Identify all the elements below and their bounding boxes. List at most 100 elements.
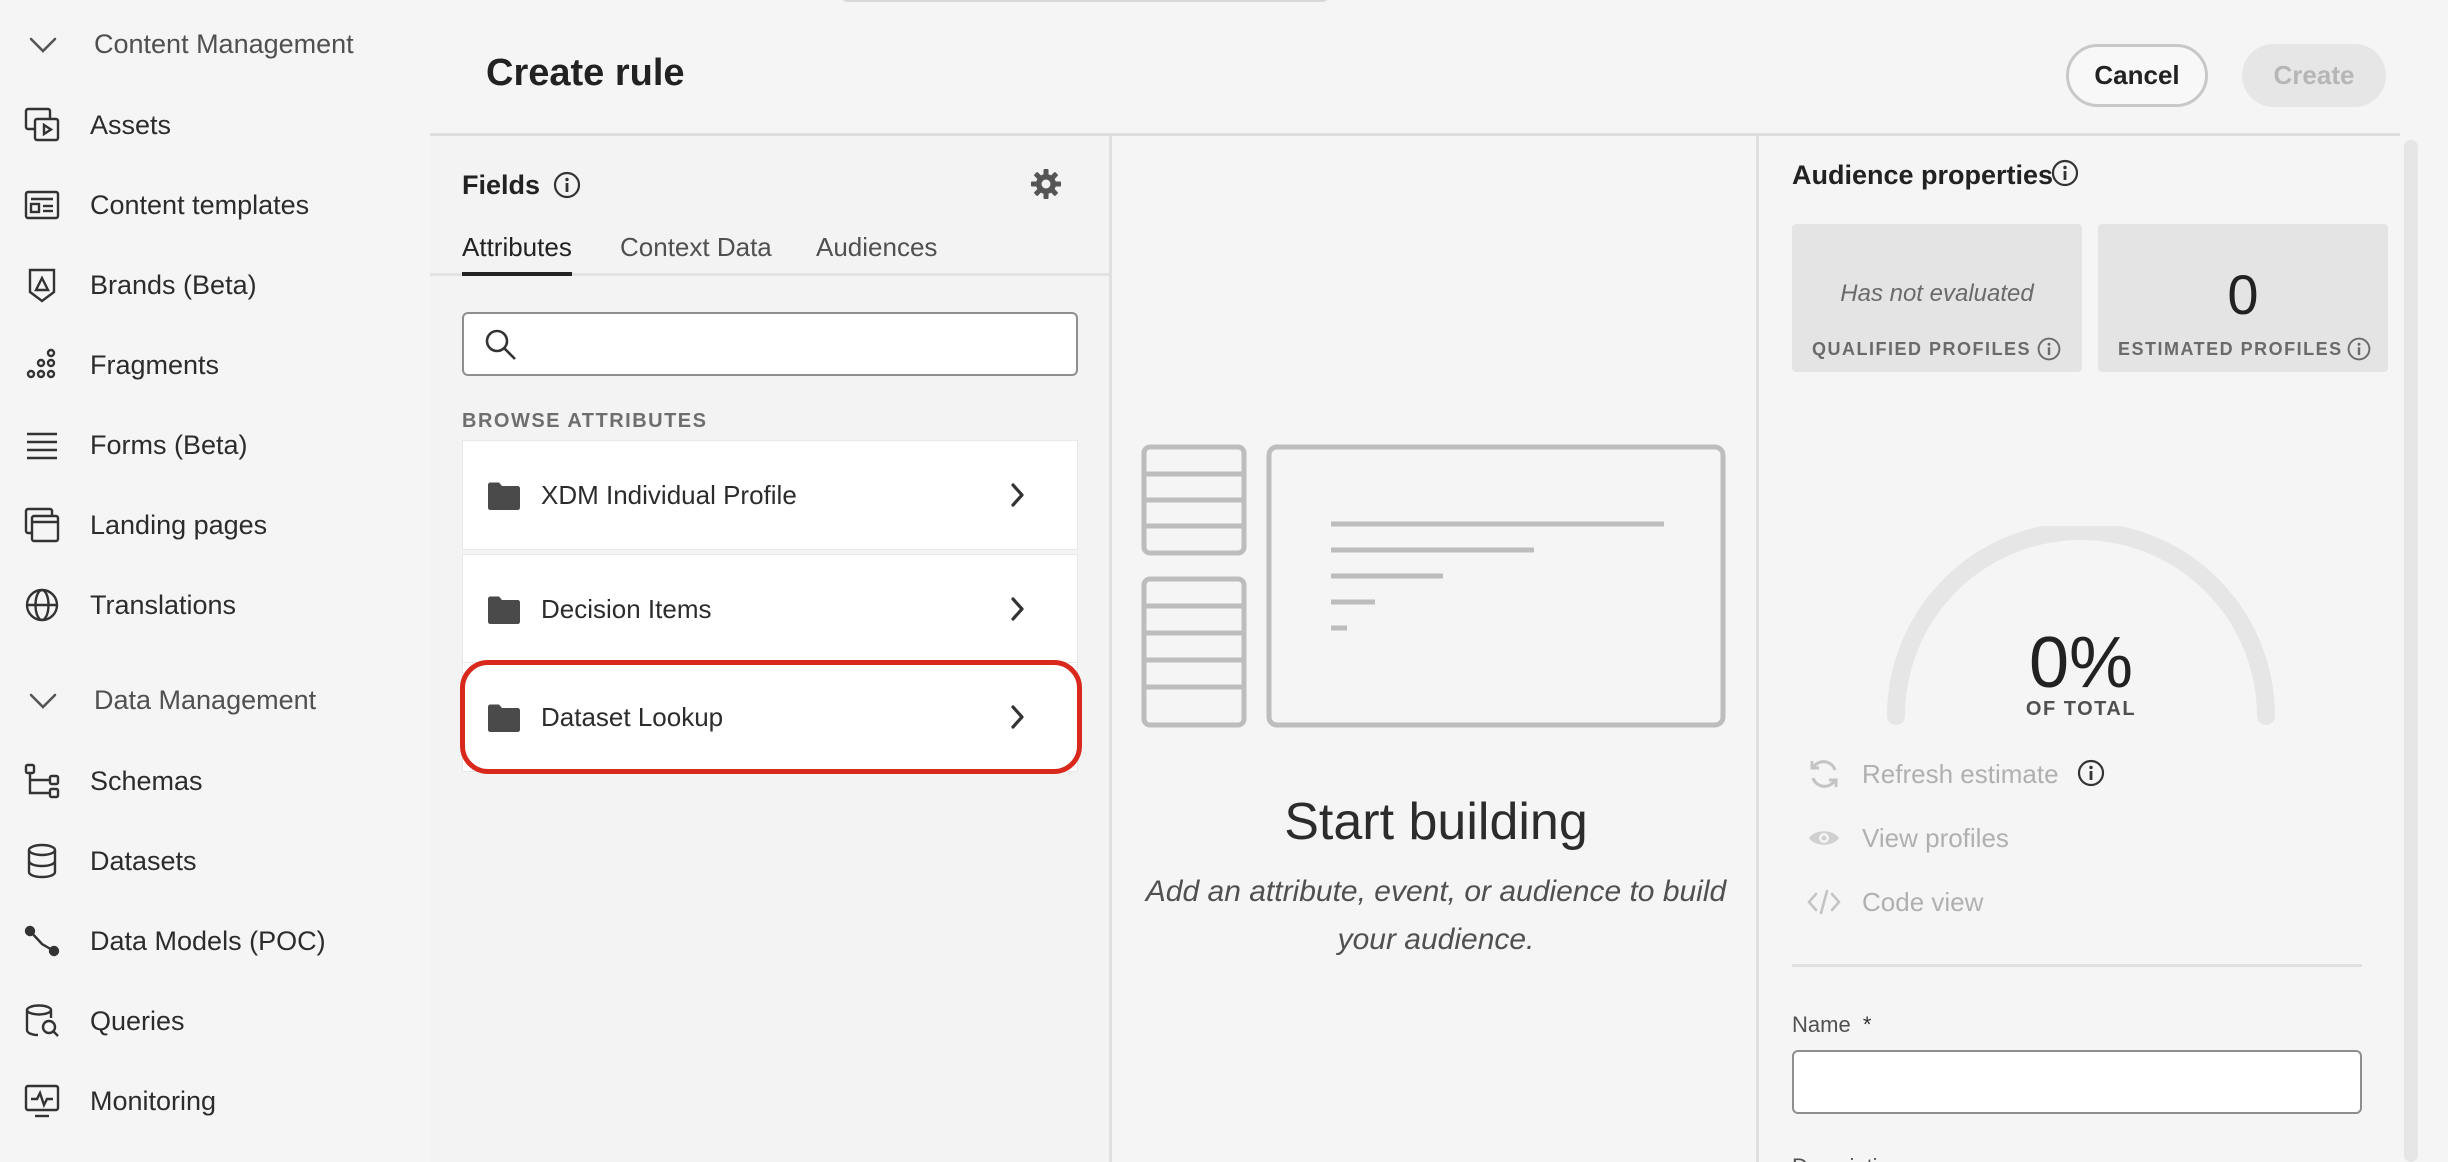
- nav-item-translations[interactable]: Translations: [0, 570, 430, 640]
- chevron-right-icon: [1009, 595, 1027, 628]
- nav-item-label: Landing pages: [90, 509, 268, 540]
- nav-item-datasets[interactable]: Datasets: [0, 826, 430, 896]
- left-navigation: Content Management Assets Content templa…: [0, 0, 430, 1162]
- gear-icon[interactable]: [1028, 166, 1064, 207]
- folder-xdm-individual-profile[interactable]: XDM Individual Profile: [462, 440, 1078, 550]
- data-models-icon: [22, 921, 62, 961]
- nav-section-label: Data Management: [94, 684, 317, 715]
- attribute-search: [462, 312, 1078, 376]
- fields-panel: Fields Attributes Context Data Audiences…: [430, 136, 1112, 1162]
- database-icon: [22, 841, 62, 881]
- brands-icon: [22, 265, 62, 305]
- refresh-estimate-action[interactable]: Refresh estimate: [1806, 754, 2059, 794]
- info-icon[interactable]: [2036, 336, 2062, 367]
- monitoring-icon: [22, 1081, 62, 1121]
- refresh-icon: [1806, 756, 1842, 792]
- section-divider: [1792, 964, 2362, 967]
- tab-audiences[interactable]: Audiences: [816, 232, 937, 276]
- nav-item-fragments[interactable]: Fragments: [0, 330, 430, 400]
- panel-scrollbar[interactable]: [2400, 136, 2448, 1162]
- nav-item-content-templates[interactable]: Content templates: [0, 170, 430, 240]
- nav-item-data-models[interactable]: Data Models (POC): [0, 906, 430, 976]
- eye-icon: [1806, 820, 1842, 856]
- nav-item-label: Brands (Beta): [90, 269, 257, 300]
- info-icon[interactable]: [2076, 758, 2106, 793]
- nav-item-brands[interactable]: Brands (Beta): [0, 250, 430, 320]
- chevron-down-icon: [28, 36, 58, 59]
- nav-item-queries[interactable]: Queries: [0, 986, 430, 1056]
- nav-item-label: Forms (Beta): [90, 429, 248, 460]
- tab-context-data[interactable]: Context Data: [620, 232, 772, 276]
- nav-item-label: Monitoring: [90, 1085, 217, 1116]
- chevron-right-icon: [1009, 703, 1027, 736]
- action-label: Refresh estimate: [1862, 758, 2059, 789]
- nav-item-label: Translations: [90, 589, 237, 620]
- create-button[interactable]: Create: [2242, 44, 2386, 107]
- name-input[interactable]: [1792, 1050, 2362, 1114]
- nav-item-label: Fragments: [90, 349, 220, 380]
- folder-icon: [487, 481, 521, 516]
- forms-icon: [22, 425, 62, 465]
- page-title: Create rule: [486, 52, 685, 94]
- scrollbar-track[interactable]: [2404, 140, 2418, 1162]
- chevron-right-icon: [1009, 481, 1027, 514]
- view-profiles-action[interactable]: View profiles: [1806, 818, 2009, 858]
- audience-properties-title: Audience properties: [1792, 160, 2054, 190]
- folder-label: XDM Individual Profile: [541, 479, 797, 510]
- folder-dataset-lookup[interactable]: Dataset Lookup: [462, 662, 1078, 772]
- empty-state-illustration: [1141, 444, 1726, 728]
- content-templates-icon: [22, 185, 62, 225]
- nav-item-label: Assets: [90, 109, 172, 140]
- estimated-profiles-caption: ESTIMATED PROFILES: [2118, 339, 2343, 359]
- nav-section-data-management[interactable]: Data Management: [0, 670, 430, 730]
- tab-attributes[interactable]: Attributes: [462, 232, 572, 276]
- search-input[interactable]: [530, 324, 1060, 366]
- folder-label: Dataset Lookup: [541, 701, 724, 732]
- action-label: Code view: [1862, 886, 1984, 917]
- landing-pages-icon: [22, 505, 62, 545]
- description-field-label: Description: [1792, 1154, 1902, 1162]
- estimated-profiles-value: 0: [2227, 263, 2259, 326]
- folder-icon: [487, 595, 521, 630]
- nav-item-monitoring[interactable]: Monitoring: [0, 1066, 430, 1136]
- nav-item-landing-pages[interactable]: Landing pages: [0, 490, 430, 560]
- empty-state-title: Start building: [1284, 793, 1588, 851]
- nav-section-label: Content Management: [94, 28, 354, 59]
- info-icon[interactable]: [2050, 158, 2080, 193]
- browse-attributes-label: BROWSE ATTRIBUTES: [462, 410, 708, 432]
- nav-item-label: Queries: [90, 1005, 185, 1036]
- gauge-percent: 0%: [2028, 623, 2134, 703]
- name-field-label: Name *: [1792, 1012, 1871, 1038]
- audience-properties-panel: Audience properties Has not evaluated QU…: [1762, 136, 2400, 1162]
- cancel-button[interactable]: Cancel: [2066, 44, 2208, 107]
- globe-icon: [22, 585, 62, 625]
- nav-item-schemas[interactable]: Schemas: [0, 746, 430, 816]
- gauge-caption: OF TOTAL: [2025, 698, 2137, 720]
- chevron-down-icon: [28, 692, 58, 715]
- code-icon: [1806, 884, 1842, 920]
- info-icon[interactable]: [2346, 336, 2372, 367]
- folder-label: Decision Items: [541, 593, 712, 624]
- folder-decision-items[interactable]: Decision Items: [462, 554, 1078, 664]
- folder-icon: [487, 703, 521, 738]
- search-icon: [484, 328, 518, 367]
- nav-item-forms[interactable]: Forms (Beta): [0, 410, 430, 480]
- assets-icon: [22, 105, 62, 145]
- qualified-profiles-caption: QUALIFIED PROFILES: [1812, 339, 2032, 359]
- rule-canvas: Start building Add an attribute, event, …: [1113, 136, 1759, 1162]
- page-header: Create rule Cancel Create: [430, 0, 2448, 134]
- nav-item-label: Schemas: [90, 765, 203, 796]
- empty-state-subtitle: Add an attribute, event, or audience to …: [1145, 875, 1727, 956]
- qualified-profiles-value: Has not evaluated: [1840, 280, 2034, 307]
- code-view-action[interactable]: Code view: [1806, 882, 1983, 922]
- nav-item-assets[interactable]: Assets: [0, 90, 430, 160]
- fields-title: Fields: [462, 170, 541, 200]
- nav-item-label: Data Models (POC): [90, 925, 326, 956]
- qualified-profiles-card: Has not evaluated QUALIFIED PROFILES: [1792, 224, 2082, 372]
- required-mark: *: [1862, 1012, 1872, 1037]
- info-icon[interactable]: [552, 170, 582, 205]
- nav-section-content-management[interactable]: Content Management: [0, 14, 430, 74]
- queries-icon: [22, 1001, 62, 1041]
- fragments-icon: [22, 345, 62, 385]
- nav-item-label: Datasets: [90, 845, 197, 876]
